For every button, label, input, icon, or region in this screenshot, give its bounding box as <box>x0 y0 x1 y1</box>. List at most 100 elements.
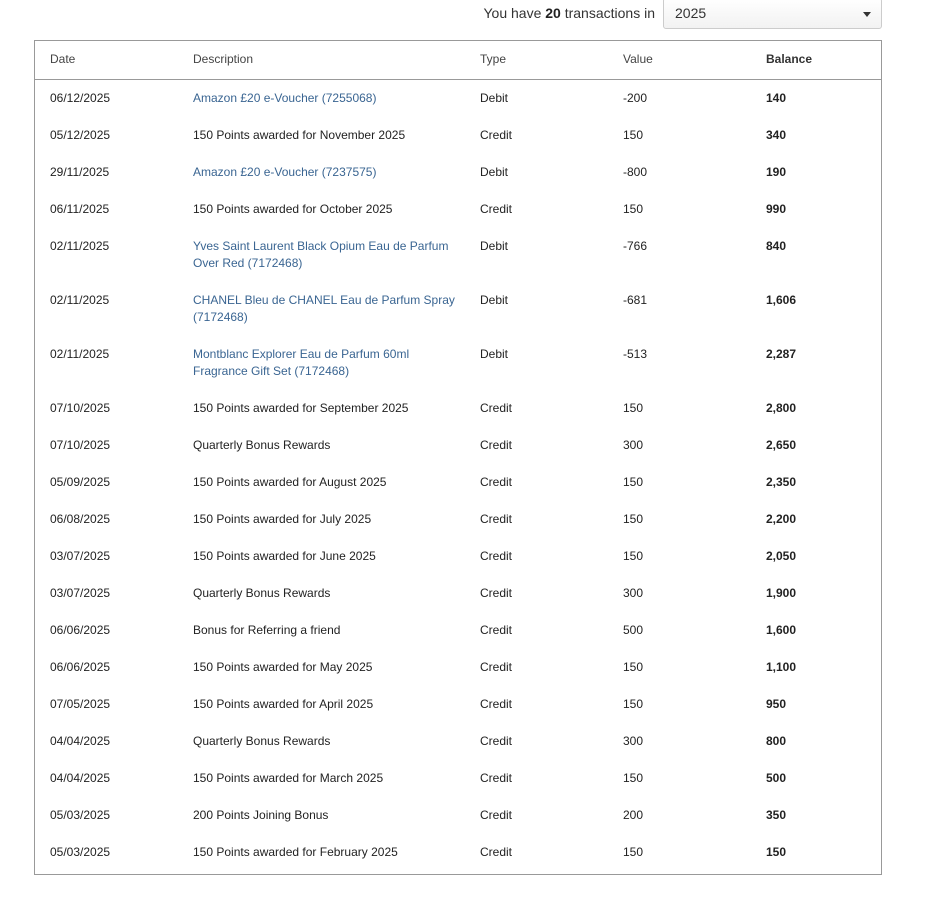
transaction-detail-link[interactable]: Yves Saint Laurent Black Opium Eau de Pa… <box>193 239 448 271</box>
cell-description: 150 Points awarded for February 2025 <box>178 834 465 872</box>
cell-description: Amazon £20 e-Voucher (7255068) <box>178 79 465 117</box>
transaction-description: Bonus for Referring a friend <box>193 622 341 637</box>
cell-balance: 1,600 <box>766 622 797 637</box>
cell-balance: 2,050 <box>766 548 797 563</box>
transaction-description: 150 Points awarded for October 2025 <box>193 201 393 216</box>
cell-description: 150 Points awarded for March 2025 <box>178 760 465 797</box>
column-header-type[interactable]: Type <box>465 41 608 80</box>
cell-date: 06/06/2025 <box>50 659 111 674</box>
cell-value: 150 <box>623 770 644 785</box>
cell-date: 02/11/2025 <box>50 292 110 307</box>
cell-description: 150 Points awarded for October 2025 <box>178 191 465 228</box>
caret-down-icon <box>863 12 871 17</box>
transaction-description: Quarterly Bonus Rewards <box>193 733 331 748</box>
cell-balance: 2,800 <box>766 400 797 415</box>
summary-suffix: transactions in <box>564 5 655 21</box>
cell-value: 150 <box>623 844 644 859</box>
cell-date: 07/10/2025 <box>50 400 111 415</box>
cell-description: 200 Points Joining Bonus <box>178 797 465 834</box>
cell-date: 05/12/2025 <box>50 127 111 142</box>
cell-type: Credit <box>480 437 513 452</box>
cell-date: 06/12/2025 <box>50 90 111 105</box>
cell-balance: 950 <box>766 696 787 711</box>
cell-date: 29/11/2025 <box>50 164 110 179</box>
table-row: 07/05/2025 150 Points awarded for April 2… <box>35 686 881 723</box>
cell-balance: 840 <box>766 238 787 253</box>
transactions-body: 06/12/2025 Amazon £20 e-Voucher (7255068)… <box>35 79 881 872</box>
cell-description: CHANEL Bleu de CHANEL Eau de Parfum Spra… <box>178 282 465 336</box>
transaction-description: 150 Points awarded for August 2025 <box>193 474 387 489</box>
cell-balance: 990 <box>766 201 787 216</box>
cell-date: 06/11/2025 <box>50 201 110 216</box>
cell-date: 02/11/2025 <box>50 346 110 361</box>
column-header-value[interactable]: Value <box>608 41 751 80</box>
cell-date: 06/06/2025 <box>50 622 111 637</box>
transactions-toolbar: You have 20 transactions in 2025 <box>0 0 927 40</box>
cell-type: Debit <box>480 346 509 361</box>
transaction-description: 150 Points awarded for June 2025 <box>193 548 376 563</box>
cell-balance: 1,900 <box>766 585 797 600</box>
table-row: 03/07/2025 Quarterly Bonus Rewards Credit 3… <box>35 575 881 612</box>
table-row: 06/12/2025 Amazon £20 e-Voucher (7255068)… <box>35 79 881 117</box>
cell-value: 150 <box>623 201 644 216</box>
cell-type: Credit <box>480 127 513 142</box>
cell-value: 300 <box>623 585 644 600</box>
cell-type: Credit <box>480 696 513 711</box>
cell-description: Yves Saint Laurent Black Opium Eau de Pa… <box>178 228 465 282</box>
year-select[interactable]: 2025 <box>663 0 882 29</box>
cell-description: 150 Points awarded for August 2025 <box>178 464 465 501</box>
cell-description: 150 Points awarded for April 2025 <box>178 686 465 723</box>
table-row: 06/11/2025 150 Points awarded for October… <box>35 191 881 228</box>
summary-prefix: You have <box>483 5 542 21</box>
cell-value: -800 <box>623 164 648 179</box>
cell-balance: 2,650 <box>766 437 797 452</box>
cell-balance: 500 <box>766 770 787 785</box>
cell-balance: 350 <box>766 807 787 822</box>
cell-balance: 2,350 <box>766 474 797 489</box>
cell-type: Credit <box>480 844 513 859</box>
table-row: 05/03/2025 200 Points Joining Bonus Credit… <box>35 797 881 834</box>
transaction-description: 150 Points awarded for May 2025 <box>193 659 373 674</box>
cell-type: Credit <box>480 201 513 216</box>
cell-date: 07/10/2025 <box>50 437 111 452</box>
cell-type: Credit <box>480 474 513 489</box>
cell-value: 150 <box>623 400 644 415</box>
cell-date: 07/05/2025 <box>50 696 111 711</box>
cell-balance: 140 <box>766 90 787 105</box>
transaction-description: Quarterly Bonus Rewards <box>193 437 331 452</box>
cell-value: 200 <box>623 807 644 822</box>
cell-type: Debit <box>480 292 509 307</box>
cell-value: 150 <box>623 659 644 674</box>
transaction-description: 150 Points awarded for July 2025 <box>193 511 372 526</box>
cell-type: Debit <box>480 90 509 105</box>
transactions-table: Date Description Type Value Balance 06/1… <box>35 41 881 872</box>
table-row: 03/07/2025 150 Points awarded for June 20… <box>35 538 881 575</box>
cell-value: -681 <box>623 292 648 307</box>
transaction-detail-link[interactable]: Amazon £20 e-Voucher (7237575) <box>193 165 376 179</box>
transaction-detail-link[interactable]: Amazon £20 e-Voucher (7255068) <box>193 91 376 105</box>
cell-balance: 1,606 <box>766 292 797 307</box>
cell-description: 150 Points awarded for June 2025 <box>178 538 465 575</box>
cell-date: 03/07/2025 <box>50 585 111 600</box>
cell-value: 300 <box>623 437 644 452</box>
column-header-date[interactable]: Date <box>35 41 178 80</box>
transaction-detail-link[interactable]: CHANEL Bleu de CHANEL Eau de Parfum Spra… <box>193 293 455 325</box>
cell-type: Debit <box>480 238 509 253</box>
table-row: 05/09/2025 150 Points awarded for August … <box>35 464 881 501</box>
cell-type: Credit <box>480 659 513 674</box>
cell-value: -200 <box>623 90 648 105</box>
table-row: 07/10/2025 150 Points awarded for Septemb… <box>35 390 881 427</box>
column-header-description[interactable]: Description <box>178 41 465 80</box>
column-header-balance[interactable]: Balance <box>751 41 881 80</box>
cell-date: 02/11/2025 <box>50 238 110 253</box>
cell-type: Credit <box>480 807 513 822</box>
transaction-count: 20 <box>545 5 561 21</box>
transaction-detail-link[interactable]: Montblanc Explorer Eau de Parfum 60ml Fr… <box>193 347 409 379</box>
cell-balance: 340 <box>766 127 787 142</box>
cell-value: 150 <box>623 511 644 526</box>
cell-type: Credit <box>480 622 513 637</box>
transaction-description: 150 Points awarded for April 2025 <box>193 696 374 711</box>
cell-type: Credit <box>480 511 513 526</box>
cell-value: 150 <box>623 127 644 142</box>
table-row: 06/08/2025 150 Points awarded for July 20… <box>35 501 881 538</box>
